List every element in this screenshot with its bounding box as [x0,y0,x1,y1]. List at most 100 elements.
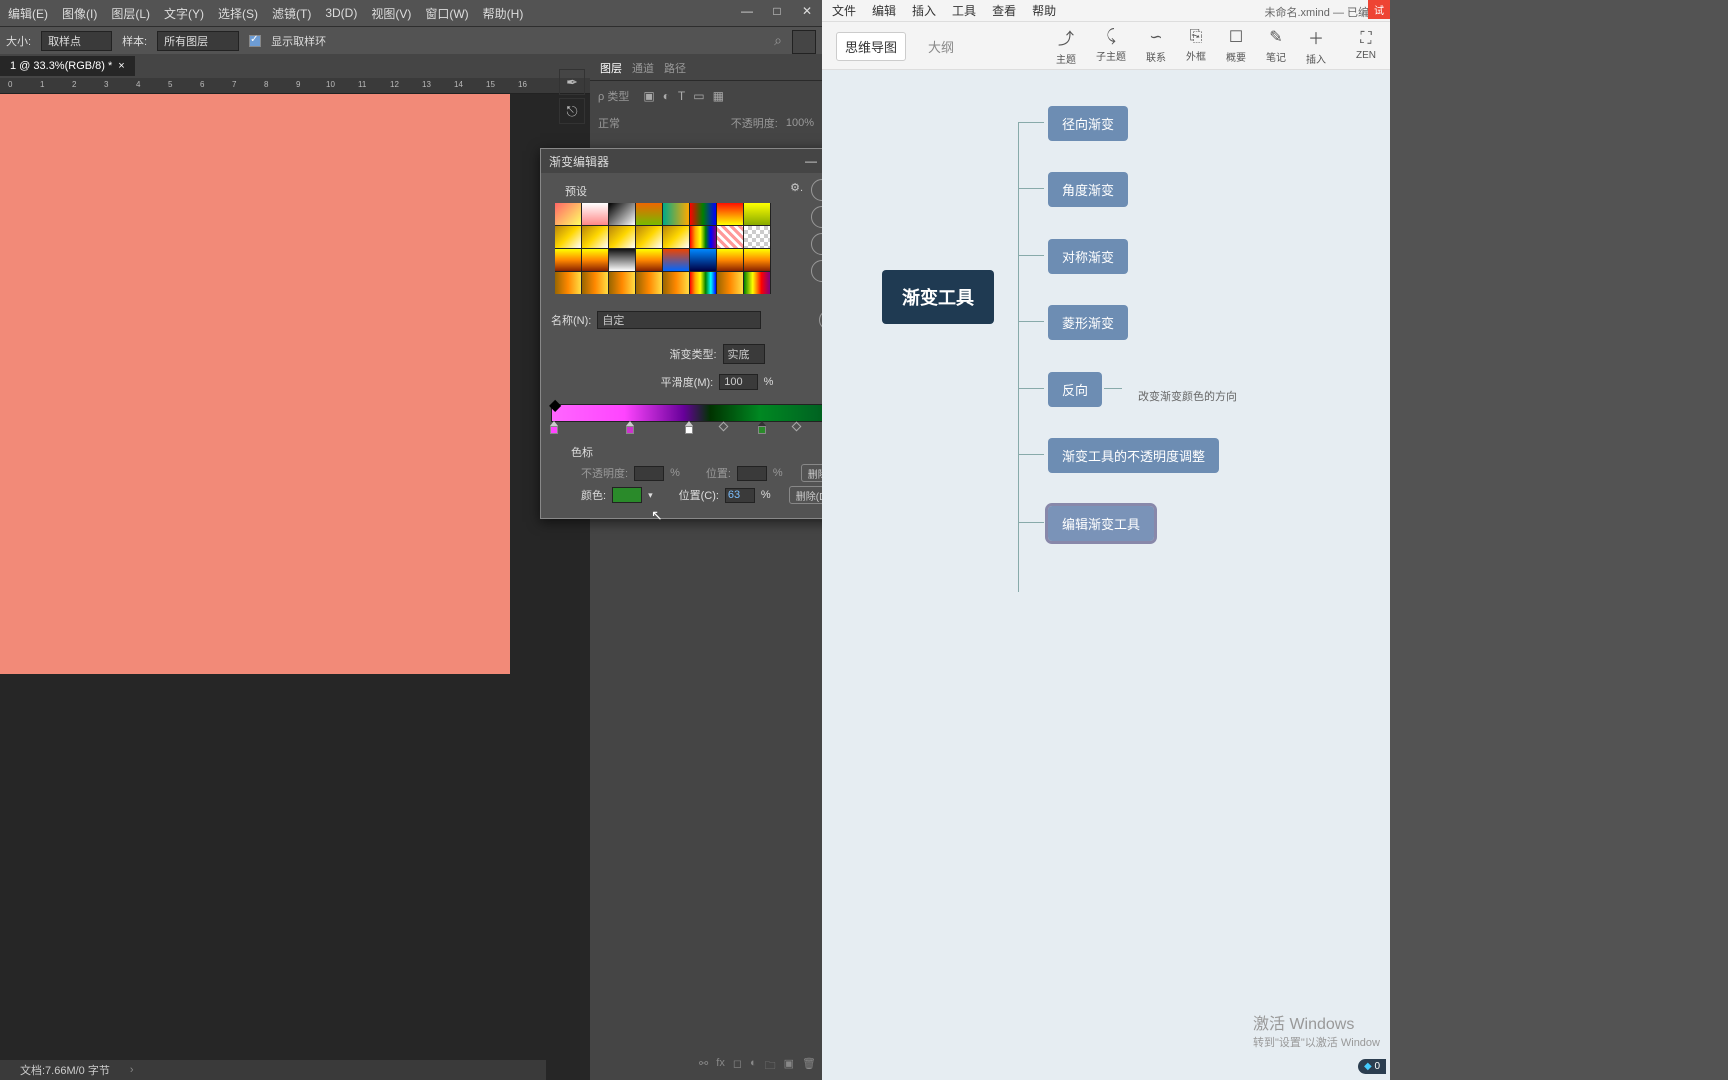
preset-swatch[interactable] [609,249,635,271]
preset-swatch[interactable] [690,272,716,294]
preset-swatch[interactable] [717,226,743,248]
preset-swatch[interactable] [582,272,608,294]
tool-summary[interactable]: ☐概要 [1226,27,1246,64]
opacity-value[interactable]: 100% [786,117,814,129]
canvas[interactable] [0,94,510,674]
menu-item[interactable]: 滤镜(T) [272,5,311,22]
preset-swatch[interactable] [690,249,716,271]
menu-item[interactable]: 图层(L) [111,5,150,22]
preset-swatch[interactable] [609,226,635,248]
filter-image-icon[interactable]: ▣ [643,89,654,103]
filter-text-icon[interactable]: T [678,89,685,103]
preset-swatch[interactable] [609,203,635,225]
menu-item[interactable]: 窗口(W) [425,5,468,22]
preset-swatch[interactable] [663,249,689,271]
tool-subtopic[interactable]: ⤹子主题 [1096,28,1126,63]
preset-swatch[interactable] [744,272,770,294]
gear-icon[interactable]: ⚙. [790,181,803,194]
preset-swatch[interactable] [582,249,608,271]
minimize-icon[interactable]: — [738,2,756,20]
menu-item[interactable]: 选择(S) [218,5,258,22]
menu-item[interactable]: 3D(D) [325,6,357,20]
mind-node[interactable]: 径向渐变 [1048,106,1128,141]
type-select[interactable]: 实底 [723,344,765,364]
link-icon[interactable]: ⚯ [699,1057,708,1076]
tab-outline[interactable]: 大纲 [920,33,962,60]
filter-shape-icon[interactable]: ▭ [693,89,704,103]
preset-swatch[interactable] [582,203,608,225]
search-icon[interactable]: ⌕ [774,32,782,49]
show-ring-checkbox[interactable] [249,35,261,47]
new-icon[interactable]: ▣ [784,1057,794,1076]
mind-node[interactable]: 对称渐变 [1048,239,1128,274]
preset-swatch[interactable] [636,249,662,271]
menu-item[interactable]: 视图(V) [371,5,411,22]
preset-swatch[interactable] [636,226,662,248]
tab-channels[interactable]: 通道 [632,60,654,76]
close-icon[interactable]: × [118,60,124,72]
mind-note[interactable]: 改变渐变颜色的方向 [1124,380,1251,412]
midpoint[interactable] [719,422,729,432]
menu-item[interactable]: 图像(I) [62,5,97,22]
color-stop-selected[interactable] [757,421,767,435]
expand-icon[interactable] [792,30,816,54]
zoom-indicator[interactable]: ◆ 0 [1358,1059,1386,1074]
preset-swatch[interactable] [636,272,662,294]
menu-item[interactable]: 文字(Y) [164,5,204,22]
mind-node[interactable]: 菱形渐变 [1048,305,1128,340]
tool-insert[interactable]: ＋插入 [1306,25,1326,66]
preset-swatch[interactable] [663,226,689,248]
tab-paths[interactable]: 路径 [664,60,686,76]
color-swatch[interactable] [612,487,642,503]
center-topic[interactable]: 渐变工具 [882,270,994,324]
tool-boundary[interactable]: ⎘外框 [1186,28,1206,63]
smooth-input[interactable]: 100 [719,374,757,390]
chevron-down-icon[interactable]: ▾ [648,490,653,501]
folder-icon[interactable]: 🗀 [765,1057,776,1076]
filter-smart-icon[interactable]: ▦ [713,89,724,103]
menu-item[interactable]: 帮助 [1032,2,1056,19]
menu-item[interactable]: 查看 [992,2,1016,19]
preset-swatch[interactable] [609,272,635,294]
tool-notes[interactable]: ✎笔记 [1266,27,1286,64]
close-icon[interactable]: ✕ [798,2,816,20]
preset-swatch[interactable] [744,203,770,225]
preset-swatch[interactable] [663,272,689,294]
menu-item[interactable]: 工具 [952,2,976,19]
mind-node-selected[interactable]: 编辑渐变工具 [1048,506,1154,541]
minimize-icon[interactable]: — [797,151,825,171]
tool-zen[interactable]: ⛶ZEN [1356,30,1376,61]
size-select[interactable]: 取样点 [41,31,112,51]
name-input[interactable] [597,311,761,329]
preset-swatch[interactable] [555,226,581,248]
pos-input[interactable]: 63 [725,488,755,503]
tool-relationship[interactable]: ∽联系 [1146,27,1166,64]
menu-item[interactable]: 编辑 [872,2,896,19]
blend-mode[interactable]: 正常 [598,115,620,131]
preset-swatch[interactable] [555,249,581,271]
preset-swatch[interactable] [717,272,743,294]
sample-select[interactable]: 所有图层 [157,31,239,51]
filter-adj-icon[interactable]: ◐ [663,89,670,103]
maximize-icon[interactable]: □ [768,2,786,20]
preset-swatch[interactable] [555,272,581,294]
preset-swatch[interactable] [744,226,770,248]
mind-node[interactable]: 反向 [1048,372,1102,407]
trash-icon[interactable]: 🗑 [802,1057,816,1076]
document-tab[interactable]: 1 @ 33.3%(RGB/8) * × [0,56,135,76]
mind-node[interactable]: 角度渐变 [1048,172,1128,207]
pen-tool-icon[interactable]: ✒ [559,69,585,95]
preset-swatch[interactable] [744,249,770,271]
trial-badge[interactable]: 试 [1368,0,1390,19]
mind-node[interactable]: 渐变工具的不透明度调整 [1048,438,1219,473]
preset-swatch[interactable] [717,203,743,225]
menu-item[interactable]: 帮助(H) [483,5,524,22]
midpoint[interactable] [791,422,801,432]
menu-item[interactable]: 文件 [832,2,856,19]
adj-icon[interactable]: ◐ [750,1057,757,1076]
tab-layers[interactable]: 图层 [600,60,622,76]
preset-swatch[interactable] [663,203,689,225]
color-stop[interactable] [549,421,559,435]
opacity-stop[interactable]: ◆ [549,395,559,405]
chevron-right-icon[interactable]: › [130,1064,134,1076]
